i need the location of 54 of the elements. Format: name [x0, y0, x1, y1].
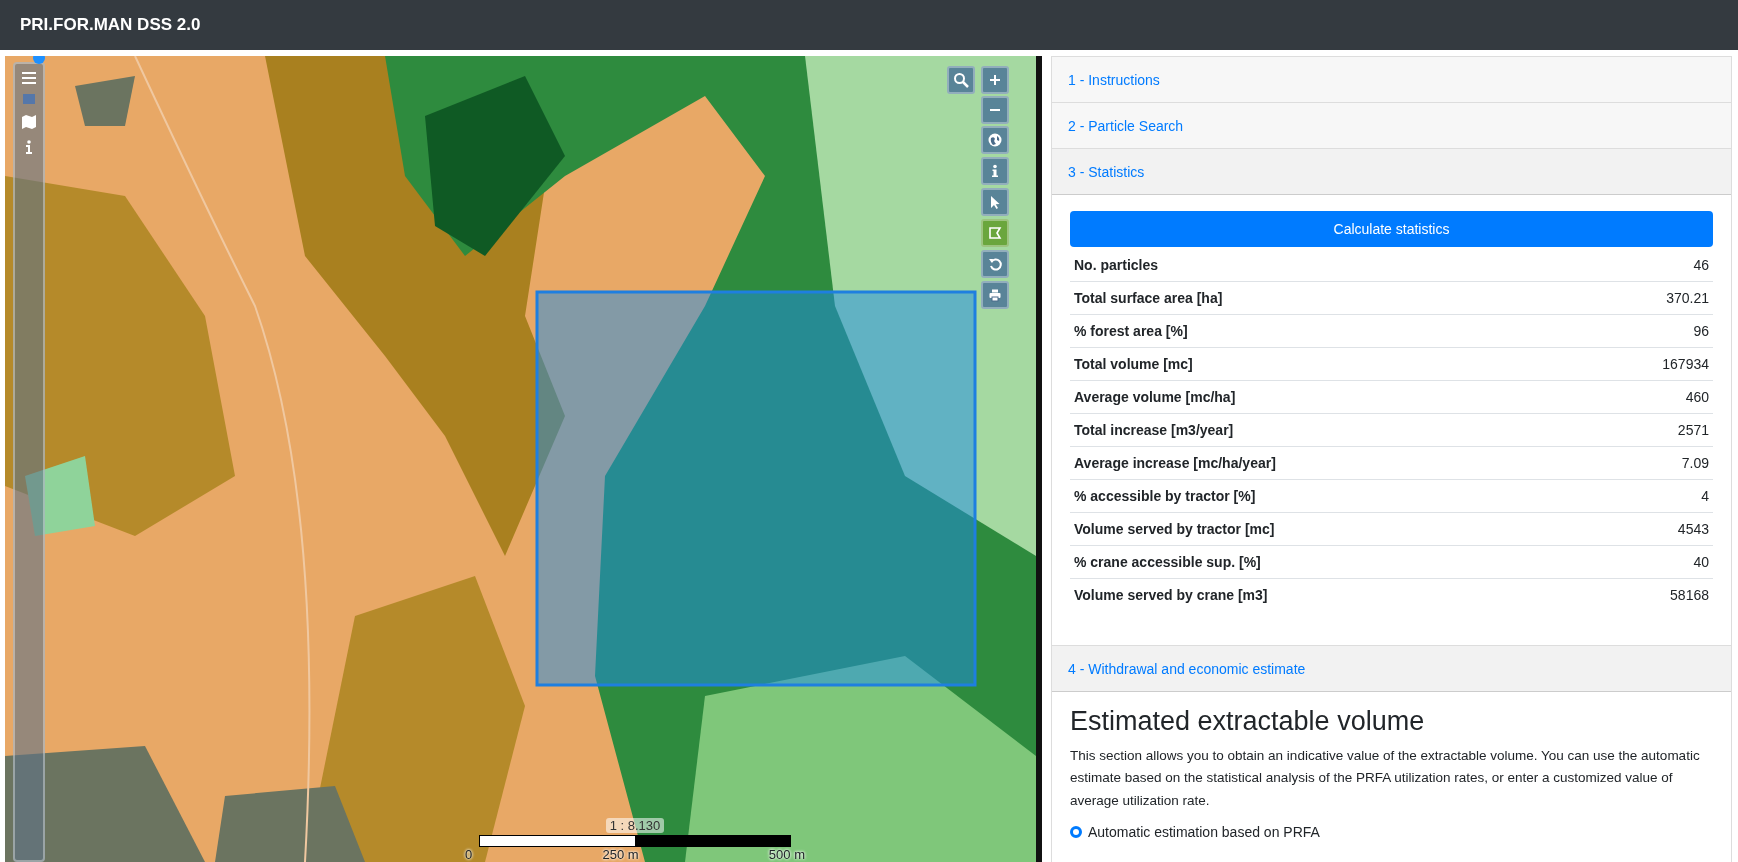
map-tool-button[interactable]: [981, 281, 1009, 309]
stat-label: Volume served by tractor [mc]: [1070, 512, 1580, 546]
stat-value: 58168: [1580, 578, 1713, 611]
section-heading: Estimated extractable volume: [1070, 706, 1426, 737]
map-tool-button[interactable]: [981, 126, 1009, 154]
description-text: This section allows you to obtain an indicative value of the extractable volume. You can use the automatic estimate based on the statistical analysis of the PRFA utilization rates, or enter a customized value of average utilization rate.: [1070, 747, 1701, 810]
stat-value: 2571: [1580, 413, 1713, 447]
stat-label: Total surface area [ha]: [1070, 281, 1580, 315]
radio-button[interactable]: [1070, 825, 1082, 838]
stat-value: 167934: [1580, 347, 1713, 381]
minus-icon: [989, 109, 1001, 111]
stat-label: Total volume [mc]: [1070, 347, 1580, 381]
stat-value: 4543: [1580, 512, 1713, 546]
stat-label: % crane accessible sup. [%]: [1070, 545, 1580, 579]
zoom-out-button[interactable]: [981, 96, 1009, 124]
stat-label: No. particles: [1070, 249, 1580, 282]
accordion-header[interactable]: 2 - Particle Search: [1052, 103, 1731, 149]
stat-value: 460: [1580, 380, 1713, 414]
radio-label[interactable]: Automatic estimation based on PRFA: [1088, 823, 1320, 840]
stat-label: % forest area [%]: [1070, 314, 1580, 348]
stat-label: Volume served by crane [m3]: [1070, 578, 1580, 611]
map-tool-button[interactable]: [981, 219, 1009, 247]
search-icon: [953, 72, 969, 88]
menu-icon[interactable]: [22, 72, 36, 84]
search-button[interactable]: [947, 66, 975, 94]
stat-value: 4: [1580, 479, 1713, 513]
undo-icon: [987, 256, 1003, 272]
app-title: PRI.FOR.MAN DSS 2.0: [20, 15, 201, 35]
map-icon[interactable]: [21, 114, 37, 130]
scale-label: 0: [465, 847, 473, 862]
stat-label: Average volume [mc/ha]: [1070, 380, 1580, 414]
stat-value: 7.09: [1580, 446, 1713, 480]
accordion-header[interactable]: 3 - Statistics: [1052, 149, 1731, 195]
map-tool-button[interactable]: [981, 250, 1009, 278]
info-icon[interactable]: [25, 140, 33, 154]
stat-label: Average increase [mc/ha/year]: [1070, 446, 1580, 480]
stat-label: % accessible by tractor [%]: [1070, 479, 1580, 513]
stat-value: 370.21: [1580, 281, 1713, 315]
accordion-header[interactable]: 1 - Instructions: [1052, 57, 1731, 103]
stat-value: 40: [1580, 545, 1713, 579]
accordion-header[interactable]: 4 - Withdrawal and economic estimate: [1052, 646, 1731, 692]
print-icon: [987, 287, 1003, 303]
stat-value: 96: [1580, 314, 1713, 348]
globe-icon: [987, 132, 1003, 148]
plus-icon: [989, 74, 1001, 86]
calculate-button[interactable]: Calculate statistics: [1070, 211, 1713, 247]
scale-label: 250 m: [602, 847, 639, 862]
scale-label: 500 m: [768, 847, 805, 862]
map-tool-button[interactable]: [981, 157, 1009, 185]
stat-label: Total increase [m3/year]: [1070, 413, 1580, 447]
map-tool-button[interactable]: [981, 188, 1009, 216]
zoom-in-button[interactable]: [981, 66, 1009, 94]
stat-value: 46: [1580, 249, 1713, 282]
flag-icon: [987, 225, 1003, 241]
